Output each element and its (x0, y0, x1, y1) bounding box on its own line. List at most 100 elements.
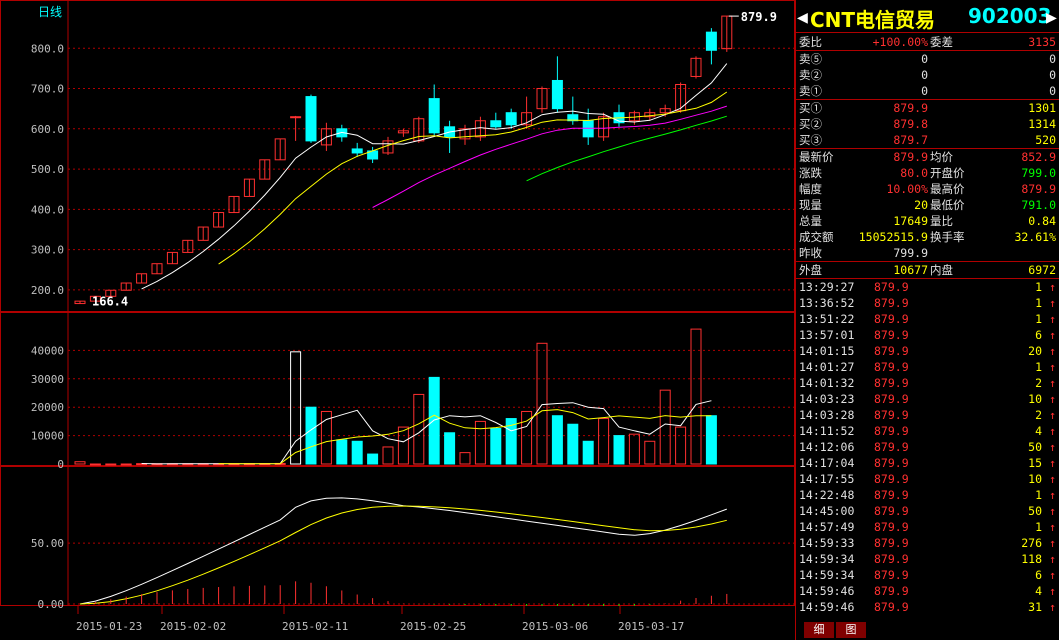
prev-stock-icon[interactable]: ◀ (797, 7, 808, 28)
indicator-k-line (79, 497, 727, 605)
up-arrow-icon: ↑ (1049, 408, 1056, 422)
candle-body (551, 79, 563, 110)
tick-volume: 10 (1028, 392, 1042, 406)
ma30-line (526, 115, 727, 182)
tick-price: 879.9 (874, 296, 909, 310)
bid-price: 879.9 (893, 101, 928, 115)
stat-label: 最新价 (799, 150, 834, 164)
tick-time: 14:01:15 (799, 344, 855, 358)
indicator-tick-label: 0.00 (38, 598, 65, 611)
up-arrow-icon: ↑ (1049, 584, 1056, 598)
stat-label: 最高价 (930, 182, 965, 196)
tick-row: 14:45:00 879.9 50 ↑ (796, 503, 1059, 519)
stat-value: 80.0 (900, 166, 928, 180)
candle-body (490, 120, 502, 128)
indicator-d-line (79, 505, 727, 605)
stat-label: 均价 (930, 150, 953, 164)
tick-row: 13:51:22 879.9 1 ↑ (796, 311, 1059, 327)
tab-chart[interactable]: 图 (836, 622, 866, 638)
tick-volume: 20 (1028, 344, 1042, 358)
pane-border (0, 0, 795, 312)
tick-volume: 1 (1035, 280, 1042, 294)
stat-value: 791.0 (1021, 198, 1056, 212)
tick-time: 14:59:46 (799, 600, 855, 614)
tick-row: 14:57:49 879.9 1 ↑ (796, 519, 1059, 535)
up-arrow-icon: ↑ (1049, 440, 1056, 454)
ask-label: 卖⑤ (799, 52, 822, 66)
volume-tick-label: 0 (57, 458, 64, 471)
tick-time: 14:59:33 (799, 536, 855, 550)
price-tick-label: 500.0 (31, 163, 64, 176)
tick-price: 879.9 (874, 552, 909, 566)
ask-row: 卖② 0 0 (796, 67, 1059, 83)
tick-time: 14:01:27 (799, 360, 855, 374)
tick-row: 14:59:46 879.9 31 ↑ (796, 599, 1059, 615)
quote-panel: ◀ CNT电信贸易 902003 ▶ 委比 +100.00% 委差 3135 卖⑤ 0 0 卖… (795, 0, 1059, 640)
tick-volume: 1 (1035, 360, 1042, 374)
tab-detail[interactable]: 细 (804, 622, 834, 638)
tick-time: 14:59:46 (799, 584, 855, 598)
tick-row: 14:59:34 879.9 6 ↑ (796, 567, 1059, 583)
ask-price: 0 (921, 84, 928, 98)
tick-time: 14:57:49 (799, 520, 855, 534)
tick-price: 879.9 (874, 584, 909, 598)
tick-row: 14:01:15 879.9 20 ↑ (796, 343, 1059, 359)
tick-volume: 276 (1021, 536, 1042, 550)
stat-label: 现量 (799, 198, 822, 212)
stat-label: 最低价 (930, 198, 965, 212)
price-tick-label: 200.0 (31, 284, 64, 297)
bid-volume: 1301 (1028, 101, 1056, 115)
stat-label: 昨收 (799, 246, 822, 260)
stat-label: 量比 (930, 214, 953, 228)
stat-value: 20 (914, 198, 928, 212)
ask-row: 卖① 0 0 (796, 83, 1059, 99)
tick-volume: 50 (1028, 440, 1042, 454)
candle-body (290, 116, 302, 119)
stat-label: 开盘价 (930, 166, 965, 180)
ask-price: 0 (921, 52, 928, 66)
tick-volume: 118 (1021, 552, 1042, 566)
diff-value: 3135 (1028, 35, 1056, 49)
date-label: 2015-03-06 (522, 620, 588, 633)
volume-bar (474, 420, 486, 465)
volume-bars (74, 328, 717, 466)
tick-volume: 15 (1028, 456, 1042, 470)
up-arrow-icon: ↑ (1049, 424, 1056, 438)
ask-volume: 0 (1049, 84, 1056, 98)
ask-volume: 0 (1049, 52, 1056, 66)
price-chart[interactable]: 800.0 700.0 600.0 500.0 400.0 300.0 200.0 40000… (0, 0, 795, 640)
volume-bar (675, 426, 687, 465)
stat-label: 涨跌 (799, 166, 822, 180)
tick-time: 14:59:34 (799, 552, 855, 566)
stat-label: 成交额 (799, 230, 834, 244)
tick-volume: 1 (1035, 296, 1042, 310)
stock-name: CNT电信贸易 (810, 8, 936, 32)
volume-bar (705, 415, 717, 465)
candle-body (705, 31, 717, 51)
tick-row: 14:01:27 879.9 1 ↑ (796, 359, 1059, 375)
tick-time: 14:45:00 (799, 504, 855, 518)
tick-price: 879.9 (874, 424, 909, 438)
bid-price: 879.7 (893, 133, 928, 147)
order-ratio-row: 委比 +100.00% 委差 3135 (796, 34, 1059, 50)
volume-bar (367, 453, 379, 465)
volume-bar (105, 463, 117, 466)
date-label: 2015-01-23 (76, 620, 142, 633)
stat-value: 879.9 (893, 150, 928, 164)
tick-row: 13:29:27 879.9 1 ↑ (796, 279, 1059, 295)
price-tick-label: 800.0 (31, 42, 64, 55)
next-stock-icon[interactable]: ▶ (1046, 7, 1057, 28)
volume-bar (305, 406, 317, 465)
volume-bar (598, 418, 610, 465)
volume-bar (382, 446, 394, 465)
candlesticks: 879.9 166.4 (74, 10, 777, 309)
bid-price: 879.8 (893, 117, 928, 131)
up-arrow-icon: ↑ (1049, 536, 1056, 550)
tick-row: 14:17:04 879.9 15 ↑ (796, 455, 1059, 471)
tick-price: 879.9 (874, 456, 909, 470)
volume-bar (536, 342, 548, 465)
volume-bar (690, 328, 702, 465)
tick-row: 14:03:28 879.9 2 ↑ (796, 407, 1059, 423)
up-arrow-icon: ↑ (1049, 552, 1056, 566)
up-arrow-icon: ↑ (1049, 472, 1056, 486)
